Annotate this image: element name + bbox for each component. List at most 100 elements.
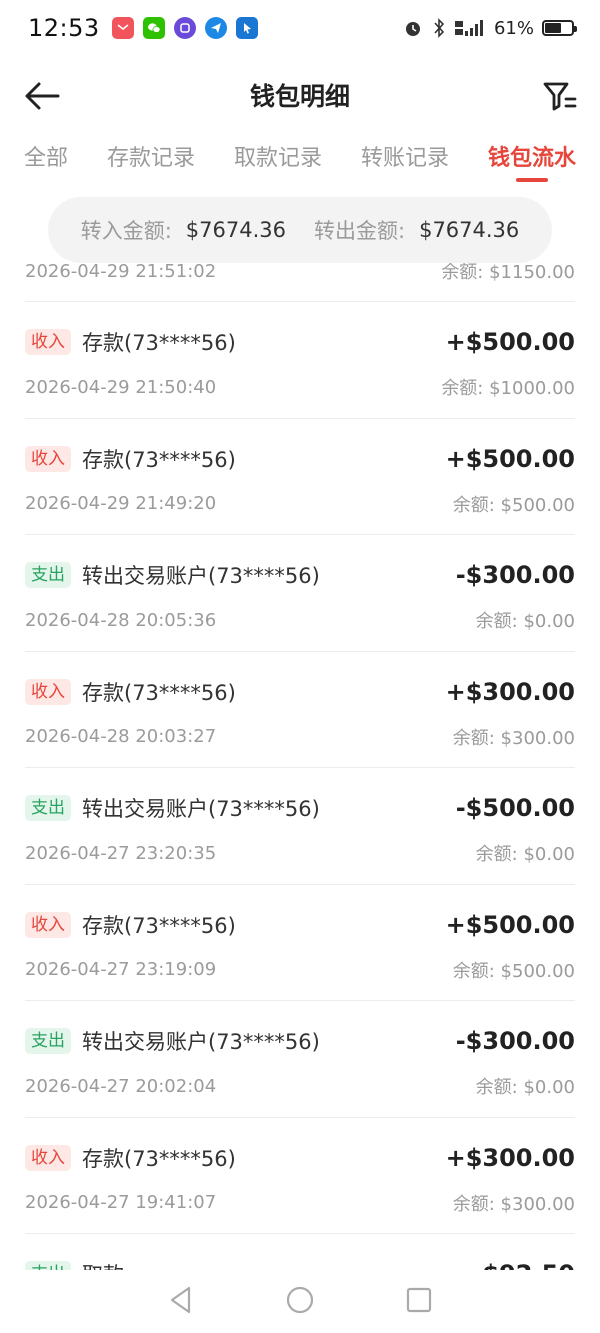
income-badge: 收入 [25,329,71,355]
transaction-amount: +$300.00 [445,677,575,706]
transfer-in-label: 转入金额: [80,219,172,243]
row-meta: 2026-04-27 23:20:35 余额: $0.00 [25,840,575,866]
transaction-time: 2026-04-28 20:05:36 [25,609,217,631]
transaction-list[interactable]: 2026-04-29 21:51:02 余额: $1150.00 收入 存款(7… [0,240,600,1270]
expense-badge: 支出 [25,1261,71,1270]
row-main: 收入 存款(73****56) +$500.00 [25,909,575,941]
row-meta: 2026-04-28 20:03:27 余额: $300.00 [25,724,575,750]
list-item[interactable]: 支出 转出交易账户(73****56) -$300.00 2026-04-28 … [25,535,575,652]
row-meta: 2026-04-27 19:41:07 余额: $300.00 [25,1190,575,1216]
transaction-amount: +$300.00 [445,1143,575,1172]
tab-transfer-records[interactable]: 转账记录 [361,130,449,184]
income-badge: 收入 [25,1144,71,1171]
row-meta: 2026-04-27 20:02:04 余额: $0.00 [25,1073,575,1099]
nav-back-button[interactable] [167,1285,195,1319]
transaction-amount: -$92.50 [472,1260,575,1270]
row-meta: 2026-04-27 23:19:09 余额: $500.00 [25,957,575,983]
transaction-balance: 余额: $0.00 [475,844,575,865]
row-main: 支出 取款 -$92.50 [25,1258,575,1270]
notification-icons [111,17,258,39]
transaction-desc: 存款(73****56) [82,1146,236,1171]
bluetooth-icon [434,18,445,38]
list-item[interactable]: 收入 存款(73****56) +$500.00 2026-04-29 21:4… [25,419,575,535]
row-main: 支出 转出交易账户(73****56) -$300.00 [25,559,575,591]
transaction-desc: 存款(73****56) [82,447,236,472]
tab-withdraw-records[interactable]: 取款记录 [234,130,322,184]
red-mail-icon [111,17,134,39]
list-item[interactable]: 支出 转出交易账户(73****56) -$300.00 2026-04-27 … [25,1001,575,1118]
system-nav-bar [0,1270,600,1333]
transaction-desc: 转出交易账户(73****56) [82,797,320,821]
transaction-time: 2026-04-27 23:20:35 [25,842,217,864]
income-badge: 收入 [25,911,71,938]
transaction-desc: 存款(73****56) [82,913,236,938]
transaction-time: 2026-04-27 20:02:04 [25,1075,217,1097]
transfer-in-value: $7674.36 [185,218,286,242]
alarm-icon [405,22,420,36]
list-item[interactable]: 支出 取款 -$92.50 [25,1234,575,1270]
transaction-amount: +$500.00 [445,910,575,939]
transaction-balance: 余额: $500.00 [452,494,575,516]
transaction-amount: -$500.00 [455,794,575,822]
filter-button[interactable] [540,76,580,116]
list-item[interactable]: 支出 转出交易账户(73****56) -$500.00 2026-04-27 … [25,768,575,885]
transaction-time: 2026-04-27 19:41:07 [25,1192,217,1213]
income-badge: 收入 [25,445,71,472]
triangle-back-icon [170,1286,191,1313]
nav-recents-button[interactable] [405,1286,433,1318]
battery-level [545,23,561,33]
transaction-desc: 转出交易账户(73****56) [82,1030,320,1054]
square-recents-icon [406,1287,432,1312]
list-item[interactable]: 收入 存款(73****56) +$500.00 2026-04-29 21:5… [25,302,575,419]
row-meta: 2026-04-29 21:49:20 余额: $500.00 [25,491,575,517]
back-button[interactable] [22,76,62,116]
status-bar: 12:53 61% [0,0,600,56]
row-meta: 2026-04-28 20:05:36 余额: $0.00 [25,607,575,633]
expense-badge: 支出 [25,1028,71,1054]
expense-badge: 支出 [25,795,71,821]
transaction-balance: 余额: $0.00 [475,611,575,632]
app-header: 钱包明细 [0,60,600,130]
filter-icon [543,82,577,111]
transaction-time: 2026-04-29 21:51:02 [25,260,217,282]
row-main: 收入 存款(73****56) +$500.00 [25,326,575,358]
transaction-amount: -$300.00 [455,561,575,589]
list-item[interactable]: 收入 存款(73****56) +$300.00 2026-04-28 20:0… [25,652,575,768]
transfer-out-label: 转出金额: [314,219,406,243]
row-main: 收入 存款(73****56) +$500.00 [25,443,575,475]
row-main: 支出 转出交易账户(73****56) -$300.00 [25,1025,575,1057]
transaction-amount: +$500.00 [445,328,575,356]
row-main: 收入 存款(73****56) +$300.00 [25,676,575,708]
transfer-out-value: $7674.36 [419,218,520,242]
transaction-time: 2026-04-27 23:19:09 [25,959,217,980]
list-item[interactable]: 收入 存款(73****56) +$500.00 2026-04-27 23:1… [25,885,575,1001]
tab-all[interactable]: 全部 [24,130,68,184]
transaction-desc: 存款(73****56) [82,331,236,355]
summary-bar: 转入金额: $7674.36 转出金额: $7674.36 [48,197,552,263]
transaction-amount: +$500.00 [445,444,575,473]
battery-percent: 61% [493,17,534,39]
back-arrow-icon [25,82,60,110]
status-time: 12:53 [28,14,100,42]
wechat-icon [142,17,165,39]
income-badge: 收入 [25,678,71,705]
nav-home-button[interactable] [285,1285,315,1319]
signal-icon [454,20,483,36]
tab-deposit-records[interactable]: 存款记录 [107,130,195,184]
blue-cursor-app-icon [235,17,258,39]
tab-wallet-flow[interactable]: 钱包流水 [488,130,576,184]
row-main: 收入 存款(73****56) +$300.00 [25,1142,575,1174]
transaction-balance: 余额: $1000.00 [441,378,575,399]
purple-app-icon [173,17,196,39]
transaction-time: 2026-04-29 21:49:20 [25,493,217,514]
page-title: 钱包明细 [249,82,350,111]
blue-app-icon [204,17,227,39]
expense-badge: 支出 [25,562,71,588]
transaction-desc: 取款 [82,1259,124,1270]
row-main: 支出 转出交易账户(73****56) -$500.00 [25,792,575,824]
row-meta: 2026-04-29 21:50:40 余额: $1000.00 [25,374,575,400]
transaction-time: 2026-04-29 21:50:40 [25,376,217,398]
transaction-balance: 余额: $500.00 [452,960,575,982]
list-item[interactable]: 收入 存款(73****56) +$300.00 2026-04-27 19:4… [25,1118,575,1234]
circle-home-icon [286,1286,314,1313]
